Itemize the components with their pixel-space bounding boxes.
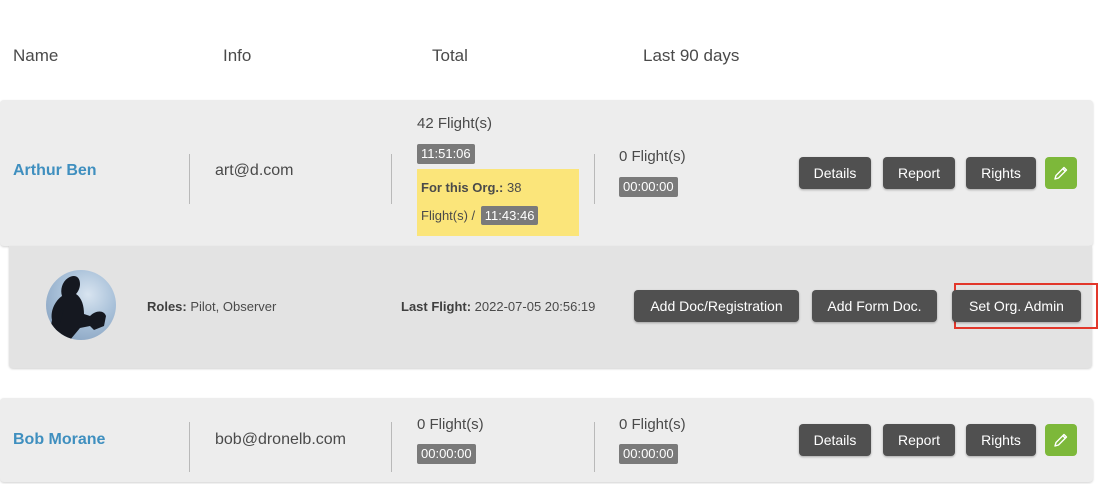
column-header-last-90-days: Last 90 days bbox=[643, 46, 740, 65]
column-divider bbox=[594, 154, 595, 204]
avatar bbox=[46, 270, 116, 340]
last90-flights: 0 Flight(s) bbox=[619, 148, 686, 165]
org-time-badge: 11:43:46 bbox=[480, 206, 539, 225]
pilot-detail-panel: Roles: Pilot, Observer Last Flight: 2022… bbox=[9, 246, 1098, 368]
roles-value: Pilot, Observer bbox=[190, 299, 277, 314]
pilot-name-link[interactable]: Arthur Ben bbox=[13, 162, 97, 180]
total-time-badge: 00:00:00 bbox=[417, 444, 476, 464]
add-doc-registration-button[interactable]: Add Doc/Registration bbox=[634, 290, 799, 322]
add-form-doc-button[interactable]: Add Form Doc. bbox=[812, 290, 937, 322]
column-divider bbox=[189, 422, 190, 472]
pilot-photo bbox=[48, 276, 106, 340]
org-time-line: Flight(s) / 11:43:46 bbox=[421, 206, 539, 225]
edit-button[interactable] bbox=[1045, 424, 1077, 456]
rights-button[interactable]: Rights bbox=[966, 157, 1036, 189]
column-divider bbox=[594, 422, 595, 472]
pilot-row: Bob Morane bob@dronelb.com 0 Flight(s) 0… bbox=[0, 398, 1093, 482]
total-time-badge: 11:51:06 bbox=[417, 144, 475, 164]
pilot-row: Arthur Ben art@d.com 42 Flight(s) 11:51:… bbox=[0, 100, 1093, 246]
last90-time-badge: 00:00:00 bbox=[619, 444, 678, 464]
last-flight-label: Last Flight: bbox=[401, 299, 472, 314]
column-divider bbox=[391, 154, 392, 204]
total-flights: 0 Flight(s) bbox=[417, 416, 484, 433]
roles-label: Roles: bbox=[147, 299, 187, 314]
edit-button[interactable] bbox=[1045, 157, 1077, 189]
org-label: For this Org.: bbox=[421, 180, 504, 195]
last90-flights: 0 Flight(s) bbox=[619, 416, 686, 433]
roles-info: Roles: Pilot, Observer bbox=[147, 299, 276, 314]
pilot-email: bob@dronelb.com bbox=[215, 431, 346, 448]
column-header-info: Info bbox=[223, 46, 252, 65]
total-flights: 42 Flight(s) bbox=[417, 115, 493, 132]
last90-time-badge: 00:00:00 bbox=[619, 177, 678, 197]
details-button[interactable]: Details bbox=[799, 424, 871, 456]
set-org-admin-button[interactable]: Set Org. Admin bbox=[952, 290, 1081, 322]
report-button[interactable]: Report bbox=[883, 424, 955, 456]
column-divider bbox=[391, 422, 392, 472]
org-count: 38 bbox=[506, 180, 522, 195]
column-header-total: Total bbox=[432, 46, 468, 65]
details-button[interactable]: Details bbox=[799, 157, 871, 189]
pencil-icon bbox=[1054, 433, 1068, 447]
last-flight-value: 2022-07-05 20:56:19 bbox=[474, 299, 596, 314]
rights-button[interactable]: Rights bbox=[966, 424, 1036, 456]
column-header-name: Name bbox=[13, 46, 59, 65]
org-flights-summary: For this Org.: 38 Flight(s) / 11:43:46 bbox=[417, 169, 579, 236]
org-flights-line: For this Org.: 38 bbox=[421, 180, 521, 195]
pencil-icon bbox=[1054, 166, 1068, 180]
table-header: Name Info Total Last 90 days bbox=[0, 0, 1107, 100]
pilot-email: art@d.com bbox=[215, 162, 294, 179]
org-flights-suffix: Flight(s) / bbox=[421, 208, 476, 223]
pilot-name-link[interactable]: Bob Morane bbox=[13, 431, 105, 449]
report-button[interactable]: Report bbox=[883, 157, 955, 189]
last-flight-info: Last Flight: 2022-07-05 20:56:19 bbox=[401, 299, 595, 314]
column-divider bbox=[189, 154, 190, 204]
